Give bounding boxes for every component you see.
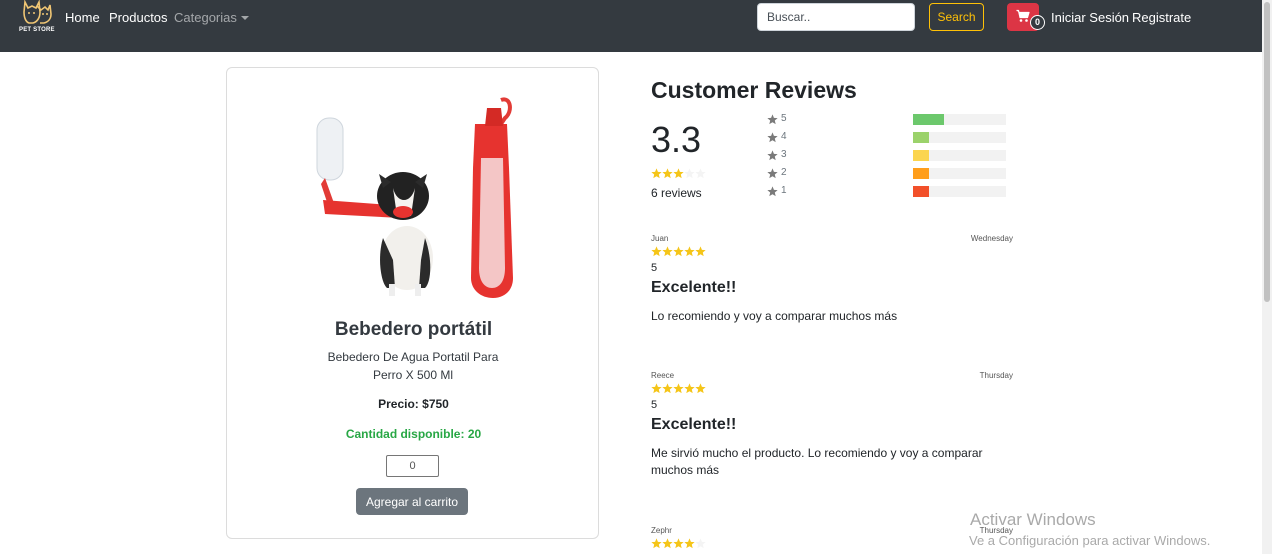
- cart-count-badge: 0: [1030, 15, 1045, 30]
- rating-row-label: 1: [781, 185, 787, 196]
- star-filled-icon: [673, 538, 684, 549]
- star-filled-icon: [673, 383, 684, 394]
- star-icon: [767, 150, 778, 161]
- navbar: PET STORE Home Productos Categorias Sear…: [0, 0, 1262, 52]
- star-filled-icon: [695, 246, 706, 257]
- star-filled-icon: [684, 383, 695, 394]
- rating-bar: [913, 150, 1006, 161]
- product-description: Bebedero De Agua Portatil Para Perro X 5…: [327, 350, 499, 382]
- review-author: Reece: [651, 371, 675, 380]
- nav-categories-label: Categorias: [174, 10, 237, 25]
- register-link[interactable]: Registrate: [1132, 10, 1191, 26]
- rating-row-label: 4: [781, 131, 787, 142]
- cart-icon: [1016, 9, 1030, 22]
- rating-bar: [913, 168, 1006, 179]
- rating-bar-fill: [913, 168, 929, 179]
- star-filled-icon: [651, 246, 662, 257]
- rating-row-2: 2: [767, 167, 1007, 180]
- rating-row-3: 3: [767, 149, 1007, 162]
- review-date: Wednesday: [970, 234, 1013, 243]
- star-filled-icon: [651, 383, 662, 394]
- star-filled-icon: [651, 538, 662, 549]
- rating-row-1: 1: [767, 185, 1007, 198]
- star-filled-icon: [662, 168, 673, 179]
- product-price: Precio: $750: [227, 397, 600, 411]
- star-filled-icon: [662, 383, 673, 394]
- nav-categories-dropdown[interactable]: Categorias: [174, 10, 249, 26]
- search-button[interactable]: Search: [929, 3, 984, 31]
- review-stars-icon: [651, 383, 706, 394]
- scrollbar-thumb[interactable]: [1264, 2, 1270, 302]
- review-count: 6 reviews: [651, 186, 702, 200]
- stock-available: Cantidad disponible: 20: [227, 427, 600, 441]
- search-input[interactable]: [757, 3, 915, 31]
- product-card: Bebedero portátil Bebedero De Agua Porta…: [226, 67, 599, 539]
- average-rating: 3.3: [651, 119, 702, 160]
- review-author: Zephr: [651, 526, 672, 535]
- nav-products-link[interactable]: Productos: [109, 10, 168, 26]
- star-filled-icon: [684, 246, 695, 257]
- price-label: Precio:: [378, 397, 419, 411]
- star-filled-icon: [673, 168, 684, 179]
- quantity-input[interactable]: [386, 455, 439, 477]
- rating-bar-fill: [913, 186, 929, 197]
- star-icon: [767, 114, 778, 125]
- star-icon: [767, 168, 778, 179]
- review-title: Excelente!!: [651, 416, 737, 433]
- star-filled-icon: [695, 383, 706, 394]
- review-text: Me sirvió mucho el producto. Lo recomien…: [651, 446, 983, 477]
- star-filled-icon: [662, 538, 673, 549]
- star-empty-icon: [684, 168, 695, 179]
- logo-text: PET STORE: [19, 27, 55, 33]
- stock-label: Cantidad disponible:: [345, 427, 465, 441]
- review-text: Lo recomiendo y voy a comparar muchos má…: [651, 309, 898, 323]
- rating-row-4: 4: [767, 131, 1007, 144]
- rating-bar: [913, 132, 1006, 143]
- login-link[interactable]: Iniciar Sesión: [1051, 10, 1129, 26]
- star-filled-icon: [673, 246, 684, 257]
- rating-bar-fill: [913, 150, 929, 161]
- star-filled-icon: [662, 246, 673, 257]
- chevron-down-icon: [240, 16, 249, 20]
- rating-bar-fill: [913, 114, 944, 125]
- nav-home-link[interactable]: Home: [65, 10, 100, 26]
- rating-row-label: 2: [781, 167, 787, 178]
- review-stars-icon: [651, 246, 706, 257]
- star-icon: [767, 132, 778, 143]
- star-icon: [767, 186, 778, 197]
- rating-bar: [913, 114, 1006, 125]
- reviews-title: Customer Reviews: [651, 77, 857, 103]
- review-author: Juan: [651, 234, 669, 243]
- product-image: [307, 88, 521, 303]
- star-filled-icon: [651, 168, 662, 179]
- page-scrollbar[interactable]: [1262, 0, 1272, 554]
- average-stars-icon: [651, 168, 706, 179]
- star-filled-icon: [684, 538, 695, 549]
- windows-activation-subtitle: Ve a Configuración para activar Windows.: [969, 533, 1211, 548]
- rating-bar-fill: [913, 132, 929, 143]
- rating-row-label: 3: [781, 149, 787, 160]
- rating-bar: [913, 186, 1006, 197]
- review-title: Excelente!!: [651, 279, 737, 296]
- star-empty-icon: [695, 168, 706, 179]
- rating-row-5: 5: [767, 113, 1007, 126]
- star-empty-icon: [695, 538, 706, 549]
- product-title: Bebedero portátil: [334, 319, 493, 340]
- review-stars-icon: [651, 538, 706, 549]
- rating-row-label: 5: [781, 113, 787, 124]
- review-rating-value: 5: [651, 399, 658, 411]
- review-date: Thursday: [979, 371, 1013, 380]
- stock-value: 20: [467, 427, 482, 441]
- price-value: $750: [422, 397, 449, 411]
- review-rating-value: 5: [651, 262, 658, 274]
- windows-activation-title: Activar Windows: [970, 510, 1096, 529]
- add-to-cart-button[interactable]: Agregar al carrito: [356, 488, 468, 515]
